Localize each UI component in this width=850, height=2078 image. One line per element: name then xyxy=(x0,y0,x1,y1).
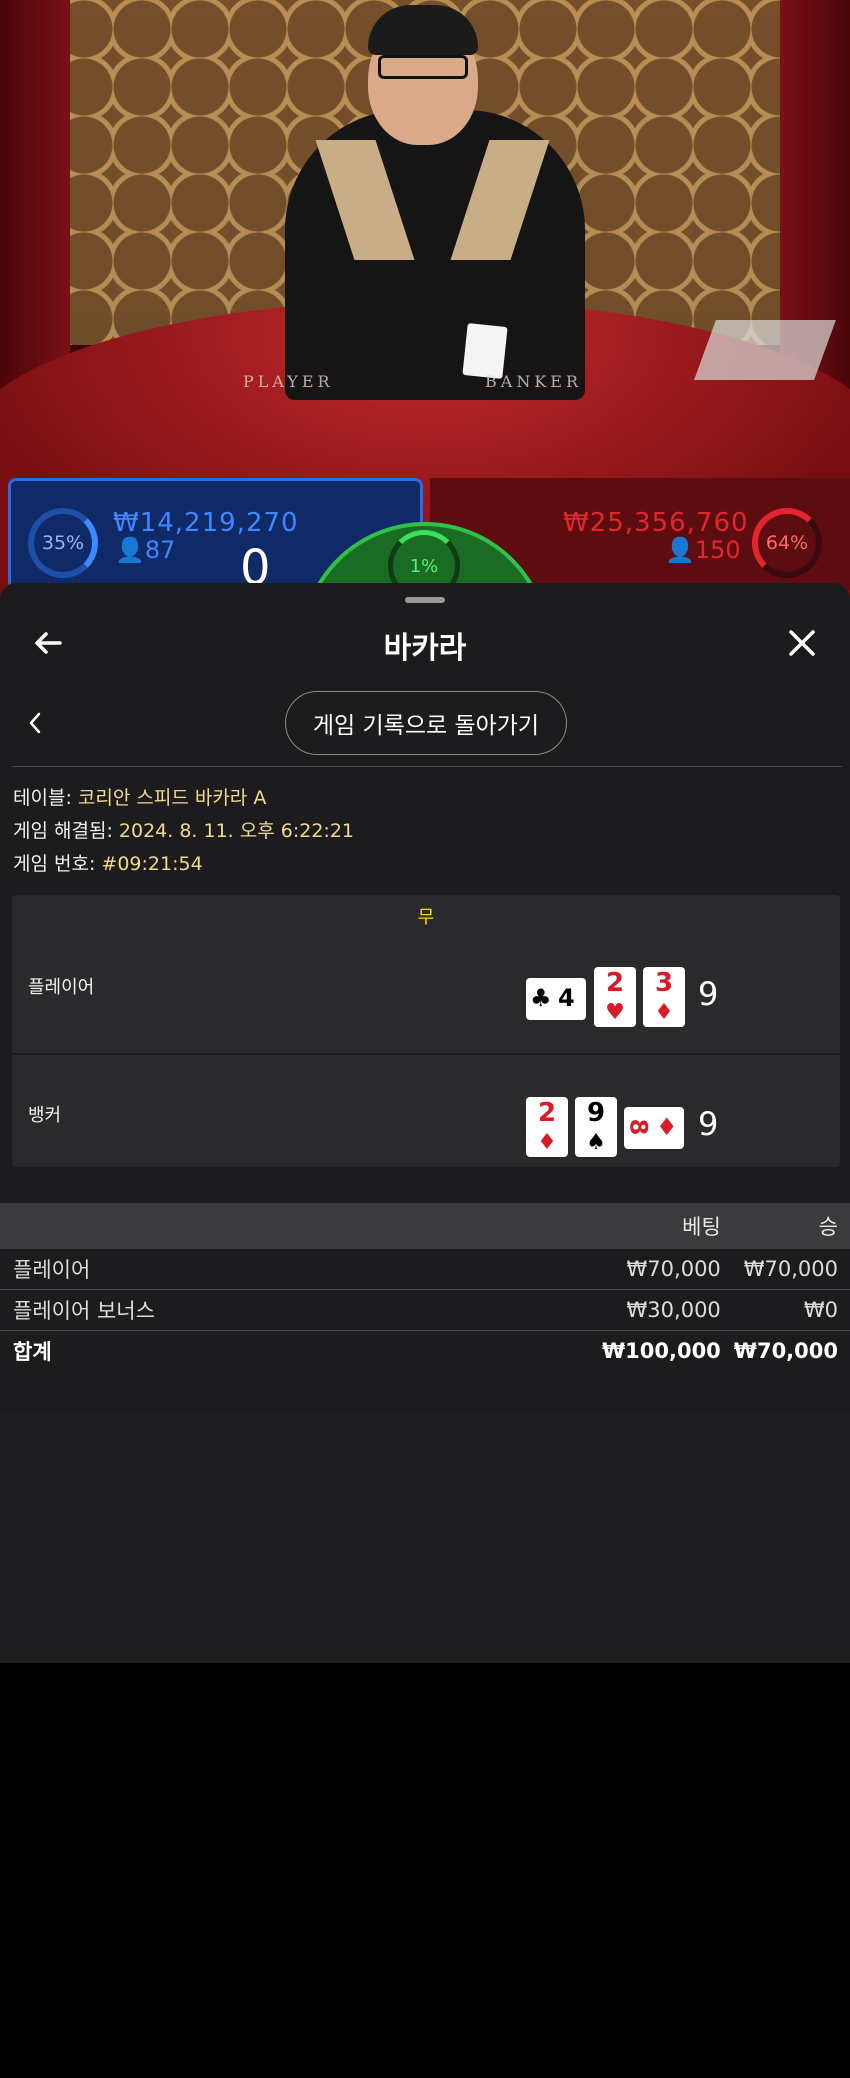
outcome-label: 무 xyxy=(417,907,435,928)
banker-hand-label: 뱅커 xyxy=(28,1105,62,1126)
player-card-3: 3 ♦ xyxy=(643,967,685,1027)
close-button[interactable] xyxy=(782,623,822,663)
table-name: 테이블: 코리안 스피드 바카라 A xyxy=(13,783,266,810)
dealt-card xyxy=(462,323,508,379)
banker-card-1: 2 ♦ xyxy=(526,1097,568,1157)
total-win: ₩70,000 xyxy=(733,1339,838,1363)
settled-time-label: 게임 해결됨: xyxy=(13,820,119,842)
settled-time: 게임 해결됨: 2024. 8. 11. 오후 6:22:21 xyxy=(13,816,354,843)
table-name-value: 코리안 스피드 바카라 A xyxy=(77,787,267,809)
player-bettor-count-value: 87 xyxy=(144,536,176,564)
banker-percentage: 64% xyxy=(765,532,809,554)
user-icon: 👤 xyxy=(115,536,145,564)
card-suit: ♦ xyxy=(656,1113,678,1141)
column-bet: 베팅 xyxy=(569,1203,733,1249)
player-total-bet: ₩14,219,270 xyxy=(113,508,299,538)
bet-amount: ₩70,000 xyxy=(569,1249,733,1290)
felt-player-text: PLAYER xyxy=(243,372,334,391)
card-rank: 4 xyxy=(558,984,575,1012)
table-row: 플레이어 ₩70,000 ₩70,000 xyxy=(0,1249,850,1290)
banker-bettor-count: 👤150 xyxy=(665,536,741,564)
user-icon: 👤 xyxy=(665,536,695,564)
card-rank: 2 xyxy=(537,1098,557,1128)
card-rank: 2 xyxy=(605,968,625,998)
bets-table: 베팅 승 플레이어 ₩70,000 ₩70,000 플레이어 보너스 ₩30,0… xyxy=(0,1203,850,1371)
card-rank: 3 xyxy=(654,968,674,998)
player-bettor-count: 👤87 xyxy=(115,536,175,564)
game-number: 게임 번호: #09:21:54 xyxy=(13,849,203,876)
sheet-title: 바카라 xyxy=(383,631,467,666)
column-win: 승 xyxy=(732,1203,850,1249)
round-result: 무 플레이어 ♣ 4 2 ♥ 3 ♦ 9 뱅커 2 ♦ 9 ♠ 8 ♦ 9 xyxy=(12,895,840,1167)
game-number-label: 게임 번호: xyxy=(13,853,102,875)
dealer-glasses xyxy=(378,55,468,79)
drag-handle[interactable] xyxy=(405,597,445,603)
game-history-sheet: 바카라 게임 기록으로 돌아가기 테이블: 코리안 스피드 바카라 A 게임 해… xyxy=(0,583,850,1663)
win-amount: ₩0 xyxy=(732,1289,850,1331)
row-divider xyxy=(12,1053,840,1055)
card-suit: ♠ xyxy=(586,1130,606,1155)
banker-hand-score: 9 xyxy=(698,1105,719,1143)
card-suit: ♦ xyxy=(654,1000,674,1025)
total-bet: ₩100,000 xyxy=(601,1339,721,1363)
card-rank: 8 xyxy=(624,1118,653,1136)
bet-type: 플레이어 보너스 xyxy=(0,1289,570,1331)
bet-type: 플레이어 xyxy=(0,1249,570,1290)
previous-game-button[interactable] xyxy=(20,708,50,738)
game-number-value: #09:21:54 xyxy=(101,853,203,875)
banker-card-2: 9 ♠ xyxy=(575,1097,617,1157)
table-header-empty xyxy=(0,1203,570,1249)
card-suit: ♦ xyxy=(537,1130,557,1155)
win-amount: ₩70,000 xyxy=(732,1249,850,1290)
sheet-empty-area xyxy=(0,1413,850,1663)
player-card-2: 2 ♥ xyxy=(594,967,636,1027)
total-label: 합계 xyxy=(13,1340,52,1364)
banker-total-bet: ₩25,356,760 xyxy=(563,508,749,538)
chevron-left-icon xyxy=(29,712,41,734)
back-to-history-button[interactable]: 게임 기록으로 돌아가기 xyxy=(285,691,567,755)
player-hand-score: 9 xyxy=(698,975,719,1013)
player-card-1: ♣ 4 xyxy=(526,978,586,1020)
table-name-label: 테이블: xyxy=(13,787,78,809)
banker-bettor-count-value: 150 xyxy=(694,536,741,564)
card-suit: ♣ xyxy=(530,984,552,1012)
table-header-row: 베팅 승 xyxy=(0,1203,850,1249)
divider xyxy=(12,766,842,767)
settled-time-value: 2024. 8. 11. 오후 6:22:21 xyxy=(118,820,354,842)
player-percentage-ring: 35% xyxy=(28,508,98,578)
player-hand-label: 플레이어 xyxy=(28,977,95,998)
banker-card-3: 8 ♦ xyxy=(624,1107,684,1149)
felt-banker-text: BANKER xyxy=(485,372,582,391)
tie-percentage: 1% xyxy=(409,555,439,577)
close-icon xyxy=(789,630,815,656)
table-row: 플레이어 보너스 ₩30,000 ₩0 xyxy=(0,1289,850,1331)
bet-amount: ₩30,000 xyxy=(569,1289,733,1331)
card-shoe xyxy=(694,320,836,380)
card-rank: 9 xyxy=(586,1098,606,1128)
total-row: 합계 ₩100,000 ₩70,000 xyxy=(0,1331,850,1372)
card-suit: ♥ xyxy=(605,1000,625,1025)
banker-percentage-ring: 64% xyxy=(752,508,822,578)
player-percentage: 35% xyxy=(41,532,85,554)
